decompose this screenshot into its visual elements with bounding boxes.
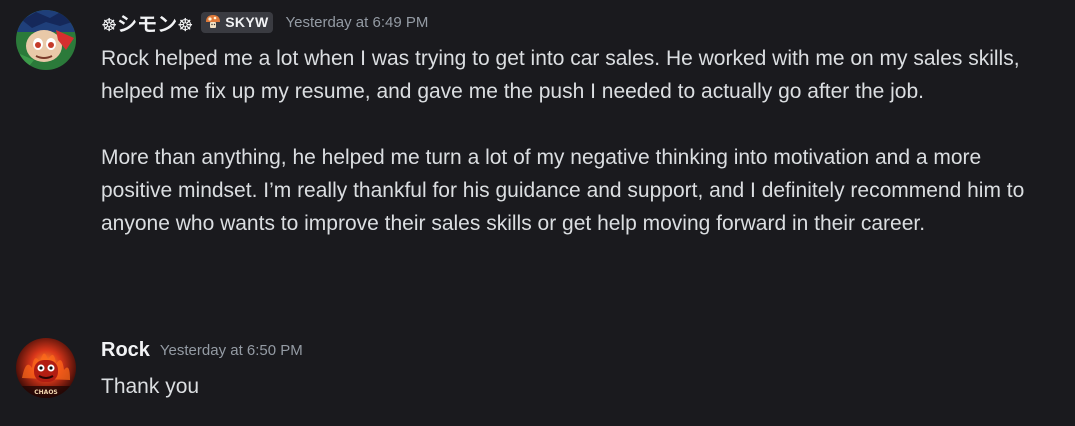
message-paragraph: Rock helped me a lot when I was trying t… (101, 47, 1020, 103)
message: ☸シモン☸ SKYW Yesterday at 6:49 PM Rock hel… (0, 0, 1075, 310)
message-header: ☸シモン☸ SKYW Yesterday at 6:49 PM (101, 8, 1055, 36)
chaos-avatar-image: CHAOS (16, 338, 76, 398)
avatar-logo-text: CHAOS (34, 389, 58, 396)
mushroom-icon (204, 13, 222, 31)
message-body: Rock helped me a lot when I was trying t… (101, 42, 1055, 240)
message-paragraph: More than anything, he helped me turn a … (101, 146, 1025, 235)
username[interactable]: ☸シモン☸ (101, 8, 193, 37)
dharma-wheel-icon: ☸ (101, 14, 118, 36)
message-paragraph: Thank you (101, 375, 200, 398)
timestamp: Yesterday at 6:50 PM (159, 341, 303, 359)
chat-log: ☸シモン☸ SKYW Yesterday at 6:49 PM Rock hel… (0, 0, 1075, 426)
username-text: シモン (117, 13, 178, 36)
anime-avatar-image (16, 10, 76, 70)
message-content: ☸シモン☸ SKYW Yesterday at 6:49 PM Rock hel… (101, 8, 1055, 240)
message: CHAOS Rock Yesterday at 6:50 PM Thank yo… (0, 330, 1075, 426)
avatar[interactable]: CHAOS (16, 338, 76, 398)
username[interactable]: Rock (101, 339, 150, 362)
message-header: Rock Yesterday at 6:50 PM (101, 336, 1055, 364)
timestamp: Yesterday at 6:49 PM (285, 13, 429, 31)
message-content: Rock Yesterday at 6:50 PM Thank you (101, 336, 1055, 403)
server-tag[interactable]: SKYW (201, 11, 274, 33)
server-tag-label: SKYW (225, 14, 269, 30)
message-body: Thank you (101, 370, 1055, 403)
avatar[interactable] (16, 10, 76, 70)
dharma-wheel-icon: ☸ (177, 14, 194, 36)
